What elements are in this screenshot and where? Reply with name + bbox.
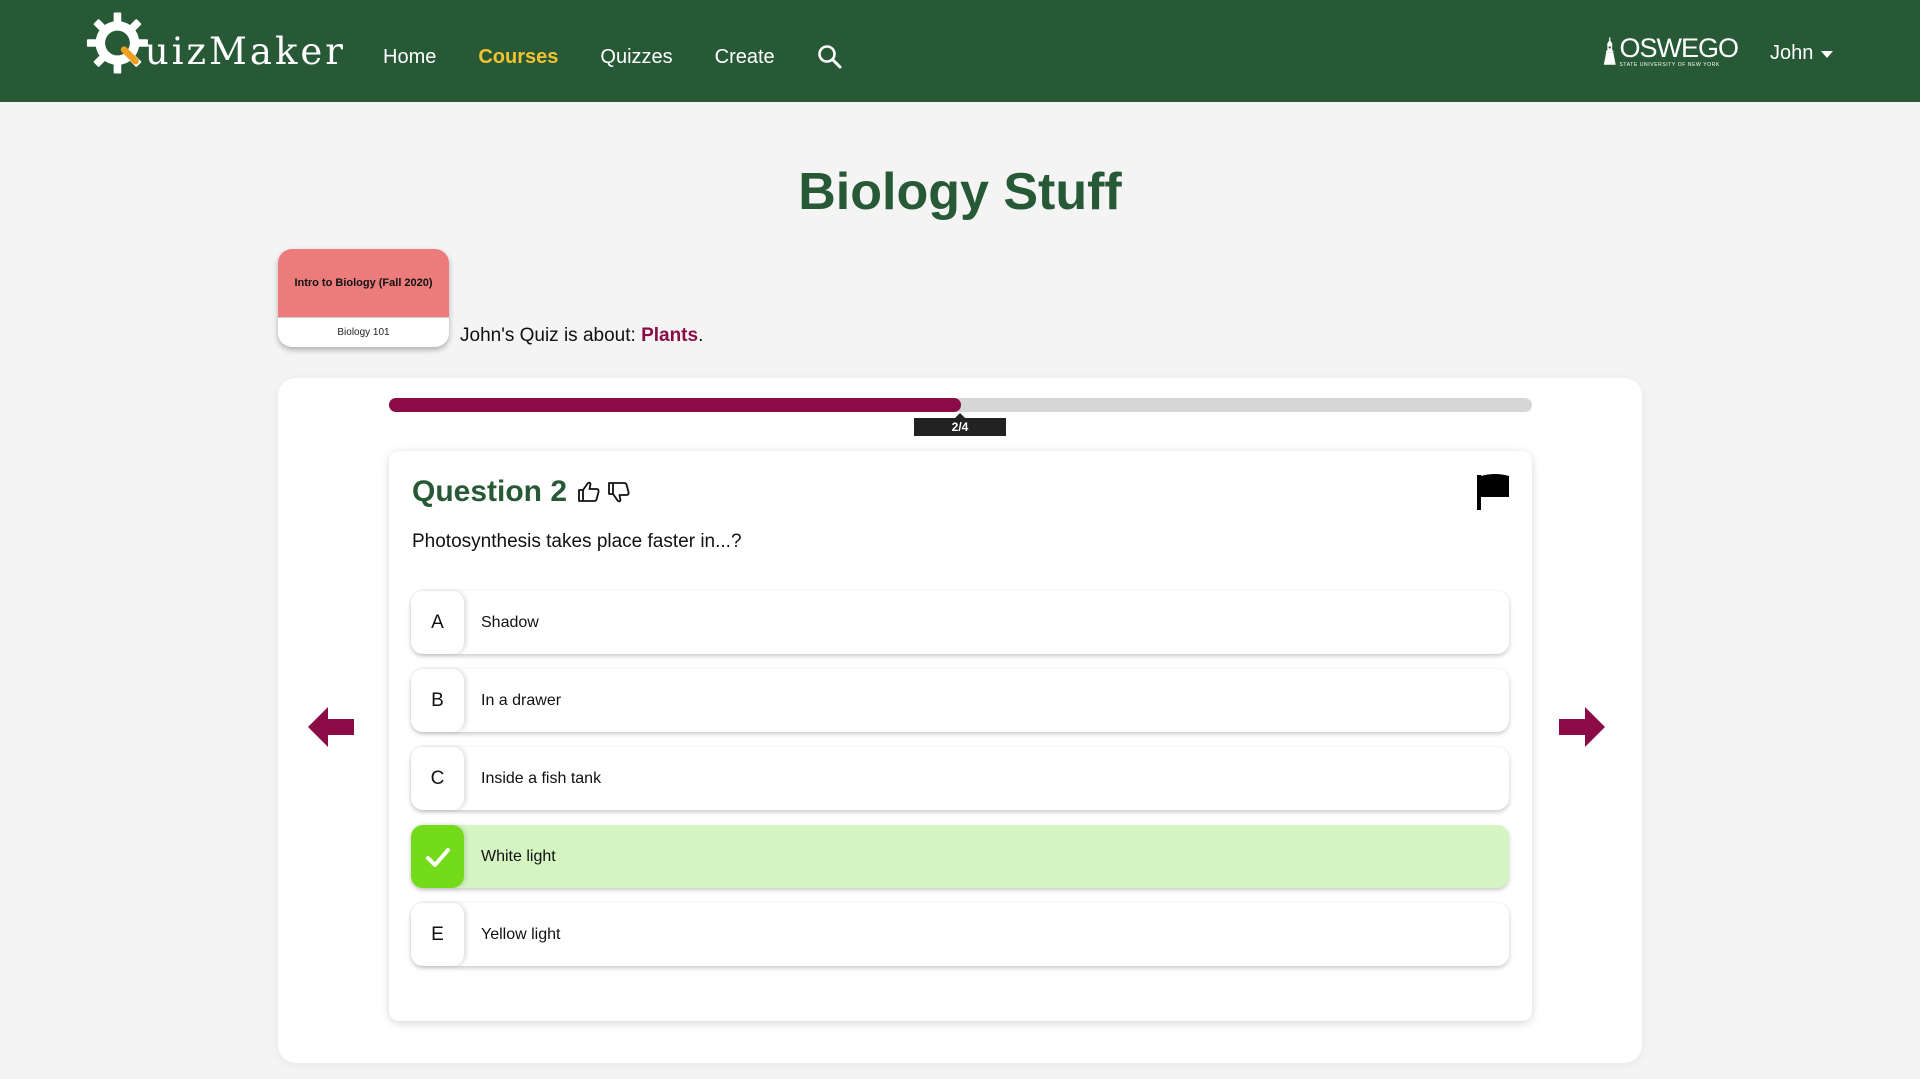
quiz-topic: Plants (641, 325, 699, 346)
option-letter: E (411, 903, 464, 966)
course-card[interactable]: Intro to Biology (Fall 2020) Biology 101 (278, 249, 449, 347)
answer-option-d[interactable]: White light (411, 825, 1509, 888)
flag-icon[interactable] (1475, 473, 1511, 511)
question-title: Question 2 (412, 475, 568, 508)
option-letter: B (411, 669, 464, 732)
quiz-about: John's Quiz is about: Plants. (460, 325, 703, 347)
nav-create[interactable]: Create (715, 46, 775, 69)
gear-q-logo-icon (86, 12, 148, 74)
course-code: Biology 101 (278, 317, 449, 347)
question-header: Question 2 (412, 475, 631, 509)
option-text: Yellow light (481, 925, 561, 943)
answer-option-c[interactable]: C Inside a fish tank (411, 747, 1509, 810)
top-navbar: uizMaker Home Courses Quizzes Create OSW… (0, 0, 1920, 102)
nav-home[interactable]: Home (383, 46, 436, 69)
main-nav: Home Courses Quizzes Create (383, 0, 843, 114)
answer-option-a[interactable]: A Shadow (411, 591, 1509, 654)
option-text: Inside a fish tank (481, 769, 602, 787)
progress-label: 2/4 (914, 413, 1006, 436)
selected-indicator (411, 825, 464, 888)
search-icon[interactable] (817, 44, 843, 70)
question-text: Photosynthesis takes place faster in...? (412, 531, 742, 552)
caret-down-icon (1821, 51, 1834, 58)
thumbs-up-icon[interactable] (577, 480, 601, 504)
check-icon (425, 847, 450, 867)
institution-name: OSWEGO (1619, 33, 1739, 63)
quiz-about-period: . (698, 325, 704, 346)
option-letter: A (411, 591, 464, 654)
option-text: In a drawer (481, 691, 562, 709)
logo-text: uizMaker (144, 29, 346, 73)
arrow-right-icon[interactable] (1557, 706, 1605, 748)
option-text: White light (481, 847, 556, 865)
nav-quizzes[interactable]: Quizzes (600, 46, 672, 69)
clocktower-icon (1603, 37, 1616, 65)
answer-option-e[interactable]: E Yellow light (411, 903, 1509, 966)
arrow-left-icon[interactable] (308, 706, 356, 748)
quizmaker-logo[interactable]: uizMaker (86, 10, 346, 76)
option-text: Shadow (481, 613, 539, 631)
thumbs-down-icon[interactable] (607, 480, 631, 504)
question-card: Question 2 Photosynthesis takes place fa… (389, 451, 1532, 1021)
institution-subtitle: STATE UNIVERSITY OF NEW YORK (1619, 62, 1720, 68)
answer-options: A Shadow B In a drawer C Inside a fish t… (411, 591, 1509, 981)
course-name: Intro to Biology (Fall 2020) (278, 249, 449, 317)
user-menu[interactable]: John (1770, 42, 1834, 65)
quiz-about-prefix: John's Quiz is about: (460, 325, 636, 346)
oswego-logo: OSWEGO STATE UNIVERSITY OF NEW YORK (1602, 28, 1739, 74)
answer-option-b[interactable]: B In a drawer (411, 669, 1509, 732)
progress-fill (389, 398, 961, 412)
progress-bar (389, 398, 1532, 412)
option-letter: C (411, 747, 464, 810)
page-title: Biology Stuff (798, 163, 1122, 221)
nav-courses[interactable]: Courses (478, 46, 558, 69)
user-name: John (1770, 42, 1814, 64)
